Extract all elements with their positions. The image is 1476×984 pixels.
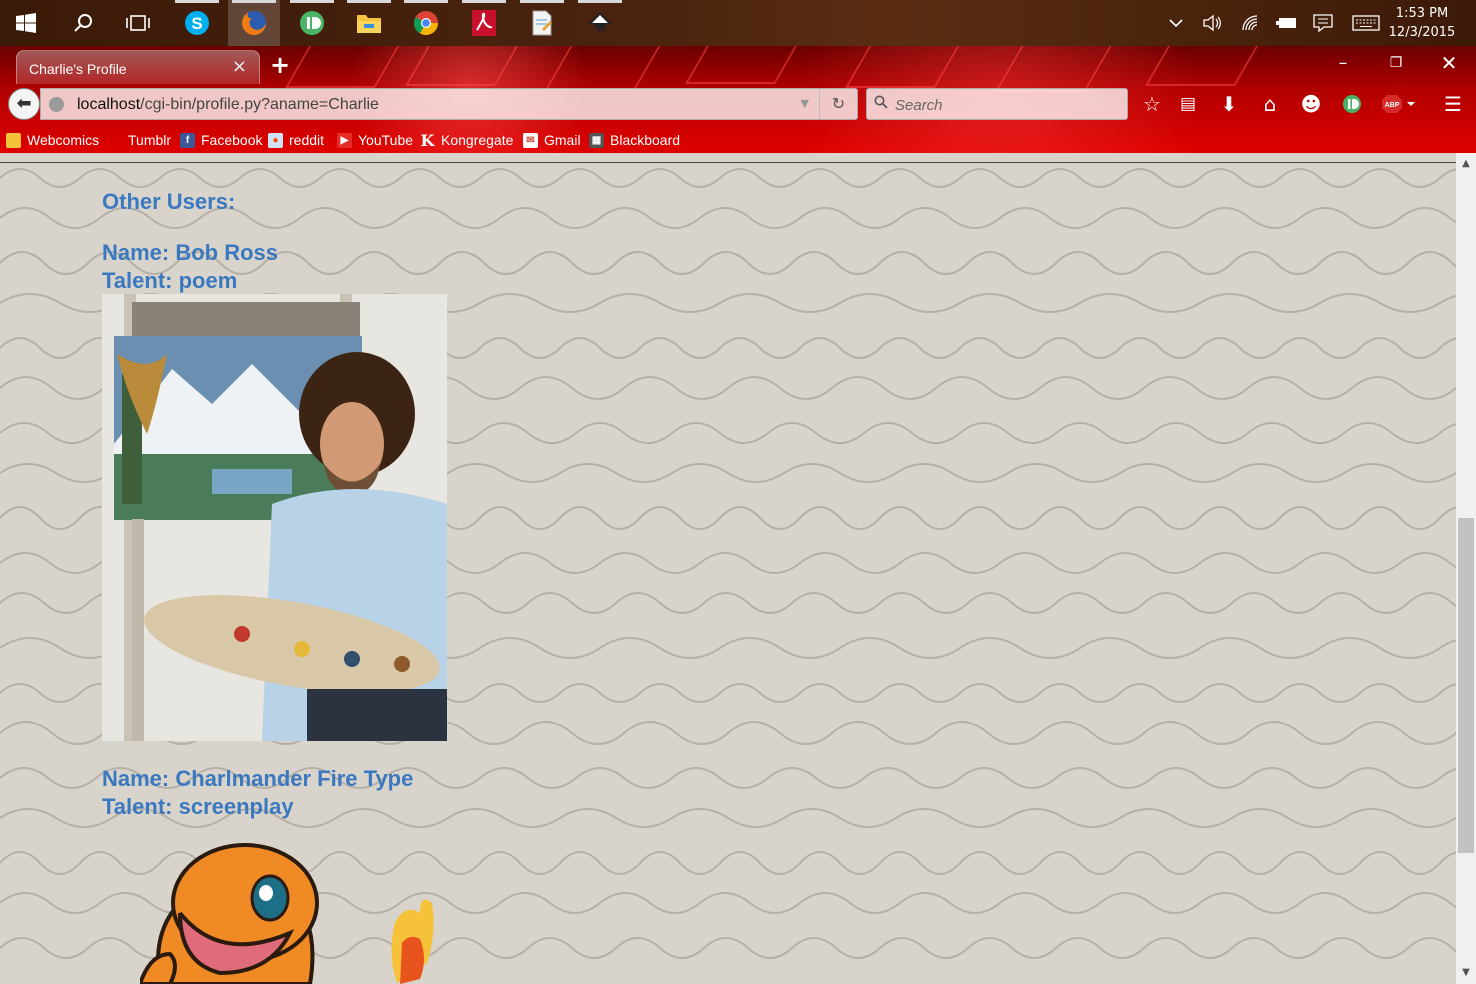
- bookmark-blackboard[interactable]: ▦ Blackboard: [589, 130, 680, 150]
- tab-charlies-profile[interactable]: Charlie's Profile ×: [16, 50, 260, 84]
- bookmark-label: YouTube: [358, 132, 414, 148]
- windows-logo-icon: [16, 13, 36, 33]
- user-talent: Talent: screenplay: [102, 794, 294, 819]
- skype-taskbar-button[interactable]: S: [171, 0, 223, 46]
- svg-text:S: S: [191, 14, 202, 33]
- bookmark-label: Webcomics: [27, 132, 100, 148]
- back-button[interactable]: ⬅: [8, 88, 40, 120]
- clock-time: 1:53 PM: [1395, 6, 1449, 21]
- keyboard-icon[interactable]: [1352, 12, 1380, 34]
- taskbar-clock[interactable]: 1:53 PM 12/3/2015: [1382, 4, 1462, 42]
- site-identity-globe-icon[interactable]: [49, 97, 64, 112]
- bookmarks-menu-icon[interactable]: ▤: [1174, 90, 1202, 118]
- search-icon: [874, 95, 888, 109]
- user-name: Name: Charlmander Fire Type: [102, 766, 414, 791]
- new-tab-plus-icon[interactable]: +: [270, 51, 290, 79]
- facebook-icon: f: [180, 132, 195, 148]
- tab-close-icon[interactable]: ×: [232, 56, 247, 77]
- bookmark-webcomics[interactable]: Webcomics: [6, 130, 99, 150]
- reddit-icon: ●: [268, 132, 283, 148]
- pushbullet-icon: [300, 11, 324, 35]
- firefox-icon: [242, 11, 266, 35]
- clock-date: 12/3/2015: [1388, 25, 1456, 40]
- folder-icon: [357, 15, 381, 33]
- bookmark-gmail[interactable]: ✉ Gmail: [523, 130, 581, 150]
- browser-chrome: Charlie's Profile × + – ❐ ✕ localhost/cg…: [0, 46, 1476, 153]
- windows-taskbar: S 1:53 PM 12/3/2015: [0, 0, 1476, 46]
- blackboard-icon: ▦: [589, 132, 604, 148]
- pushbullet-extension-icon[interactable]: [1338, 90, 1366, 118]
- tab-title: Charlie's Profile: [29, 61, 127, 77]
- minimize-button[interactable]: –: [1320, 50, 1366, 76]
- bookmark-label: Kongregate: [441, 132, 514, 148]
- bookmark-label: reddit: [289, 132, 325, 148]
- top-divider: [0, 162, 1456, 163]
- youtube-icon: ▶: [337, 132, 352, 148]
- acrobat-taskbar-button[interactable]: [458, 0, 510, 46]
- other-users-heading: Other Users:: [102, 189, 236, 214]
- bookmark-kongregate[interactable]: K Kongregate: [420, 130, 514, 150]
- back-arrow-icon: ⬅: [16, 93, 32, 114]
- inkscape-taskbar-button[interactable]: [574, 0, 626, 46]
- home-icon[interactable]: ⌂: [1256, 90, 1284, 118]
- bookmarks-toolbar: Webcomics Tumblr f Facebook ● reddit ▶ Y…: [0, 128, 900, 152]
- bob-ross-photo: [102, 294, 447, 741]
- url-text[interactable]: localhost/cgi-bin/profile.py?aname=Charl…: [77, 96, 379, 114]
- taskbar-search-button[interactable]: [57, 0, 109, 46]
- hamburger-menu-icon[interactable]: ☰: [1439, 90, 1467, 118]
- url-bar[interactable]: localhost/cgi-bin/profile.py?aname=Charl…: [40, 88, 858, 120]
- chrome-taskbar-button[interactable]: [400, 0, 452, 46]
- url-path: /cgi-bin/profile.py?aname=Charlie: [140, 96, 379, 113]
- action-center-icon[interactable]: [1312, 12, 1334, 34]
- start-button[interactable]: [0, 0, 52, 46]
- bookmark-label: Blackboard: [610, 132, 681, 148]
- kongregate-icon: K: [420, 130, 435, 150]
- volume-icon[interactable]: [1201, 12, 1223, 34]
- url-history-dropdown-icon[interactable]: ▼: [801, 97, 809, 110]
- notepad-taskbar-button[interactable]: [516, 0, 568, 46]
- profile-page: Other Users: Name: Bob Ross Talent: poem: [0, 153, 1456, 984]
- scrollbar-thumb[interactable]: [1458, 518, 1474, 853]
- bookmark-youtube[interactable]: ▶ YouTube: [337, 130, 413, 150]
- scroll-up-arrow-icon[interactable]: ▲: [1456, 153, 1476, 173]
- bookmark-label: Gmail: [544, 132, 581, 148]
- scroll-down-arrow-icon[interactable]: ▼: [1456, 964, 1476, 984]
- task-view-icon: [126, 15, 150, 31]
- svg-text:ABP: ABP: [1385, 102, 1400, 109]
- chrome-icon: [413, 11, 438, 36]
- adblock-plus-icon[interactable]: ABP: [1380, 90, 1418, 118]
- user-talent: Talent: poem: [102, 268, 238, 293]
- folder-icon: [6, 132, 21, 148]
- charmander-image: [140, 843, 440, 984]
- acrobat-icon: [472, 10, 496, 36]
- user-name: Name: Bob Ross: [102, 240, 279, 265]
- file-explorer-taskbar-button[interactable]: [343, 0, 395, 46]
- bookmark-reddit[interactable]: ● reddit: [268, 130, 324, 150]
- bookmark-label: Tumblr: [128, 132, 172, 148]
- restore-button[interactable]: ❐: [1373, 50, 1419, 76]
- bookmark-star-icon[interactable]: ☆: [1138, 90, 1166, 118]
- battery-icon[interactable]: [1276, 12, 1298, 34]
- reload-icon[interactable]: ↻: [819, 89, 857, 119]
- bookmark-facebook[interactable]: f Facebook: [180, 130, 262, 150]
- wifi-icon[interactable]: [1239, 12, 1261, 34]
- bookmark-label: Facebook: [201, 132, 263, 148]
- downloads-icon[interactable]: ⬇: [1215, 90, 1243, 118]
- search-icon: [74, 14, 92, 32]
- task-view-button[interactable]: [112, 0, 164, 46]
- page-scrollbar[interactable]: ▲ ▼: [1456, 153, 1476, 984]
- firefox-taskbar-button[interactable]: [228, 0, 280, 46]
- gmail-icon: ✉: [523, 132, 538, 148]
- search-placeholder: Search: [895, 97, 943, 114]
- bookmark-tumblr[interactable]: Tumblr: [128, 130, 171, 150]
- url-host: localhost: [77, 96, 141, 113]
- close-window-button[interactable]: ✕: [1426, 50, 1472, 76]
- inkscape-icon: [588, 12, 612, 34]
- smiley-extension-icon[interactable]: ☻: [1297, 90, 1325, 118]
- search-bar[interactable]: Search: [866, 88, 1128, 120]
- tray-expand-chevron-icon[interactable]: [1165, 12, 1187, 34]
- pushbullet-taskbar-button[interactable]: [286, 0, 338, 46]
- document-icon: [532, 10, 552, 36]
- skype-icon: S: [185, 11, 209, 35]
